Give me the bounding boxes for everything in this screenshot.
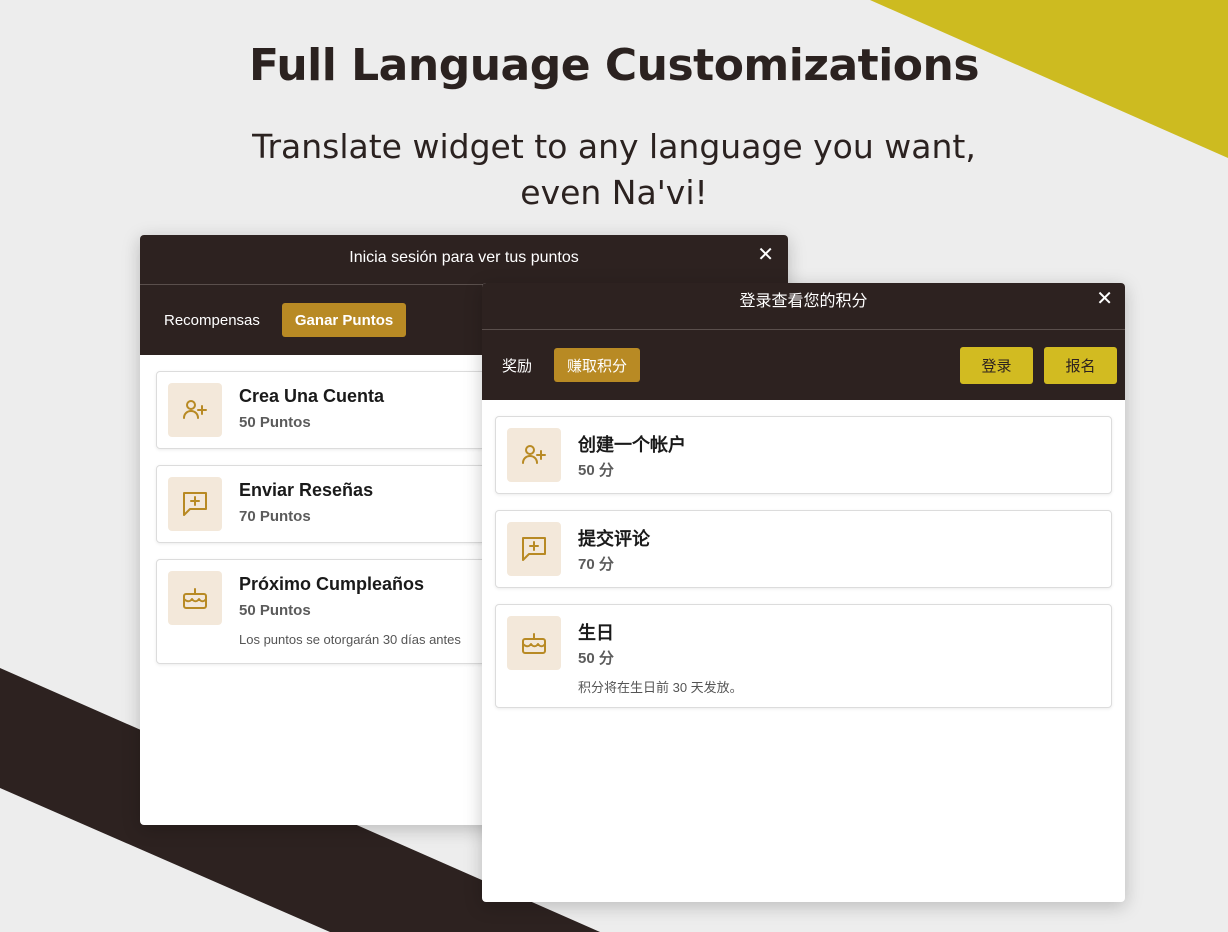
tab-rewards[interactable]: Recompensas	[164, 312, 260, 329]
spanish-widget-header: Inicia sesión para ver tus puntos ✕	[140, 235, 788, 285]
item-note: 积分将在生日前 30 天发放。	[578, 680, 743, 695]
add-user-icon	[168, 383, 222, 437]
review-icon	[507, 522, 561, 576]
item-title: 创建一个帐户	[578, 435, 686, 455]
list-item-birthday[interactable]: 生日 50 分 积分将在生日前 30 天发放。	[495, 604, 1112, 708]
hero-subtitle: Translate widget to any language you wan…	[252, 127, 976, 212]
item-points: 50 Puntos	[239, 602, 311, 619]
tab-rewards[interactable]: 奖励	[502, 355, 532, 376]
item-points: 50 Puntos	[239, 414, 311, 431]
list-item-submit-reviews[interactable]: 提交评论 70 分	[495, 510, 1112, 588]
close-icon[interactable]: ✕	[757, 235, 774, 275]
list-item-create-account[interactable]: 创建一个帐户 50 分	[495, 416, 1112, 494]
add-user-icon	[507, 428, 561, 482]
review-icon	[168, 477, 222, 531]
chinese-widget: 登录查看您的积分 ✕ 奖励 赚取积分 登录 报名 创建一个帐户 50 分 提交评…	[482, 283, 1125, 902]
item-points: 50 分	[578, 650, 614, 667]
item-title: 提交评论	[578, 529, 650, 549]
birthday-cake-icon	[507, 616, 561, 670]
signup-button[interactable]: 报名	[1044, 346, 1117, 384]
birthday-cake-icon	[168, 571, 222, 625]
item-points: 70 Puntos	[239, 508, 311, 525]
item-title: Crea Una Cuenta	[239, 386, 385, 406]
item-title: Próximo Cumpleaños	[239, 574, 425, 594]
chinese-widget-header: 登录查看您的积分 ✕	[482, 283, 1125, 330]
close-icon[interactable]: ✕	[1096, 283, 1113, 315]
item-points: 50 分	[578, 462, 614, 479]
tab-earn-points[interactable]: 赚取积分	[554, 348, 641, 382]
item-title: 生日	[578, 623, 614, 643]
header-title: Inicia sesión para ver tus puntos	[349, 249, 579, 266]
header-title: 登录查看您的积分	[739, 293, 868, 310]
hero-title: Full Language Customizations	[248, 40, 980, 91]
item-points: 70 分	[578, 556, 614, 573]
item-note: Los puntos se otorgarán 30 días antes	[239, 632, 461, 647]
item-title: Enviar Reseñas	[239, 480, 374, 500]
login-button[interactable]: 登录	[960, 346, 1033, 384]
tab-earn-points[interactable]: Ganar Puntos	[281, 303, 407, 337]
chinese-widget-nav: 奖励 赚取积分 登录 报名	[482, 330, 1125, 400]
